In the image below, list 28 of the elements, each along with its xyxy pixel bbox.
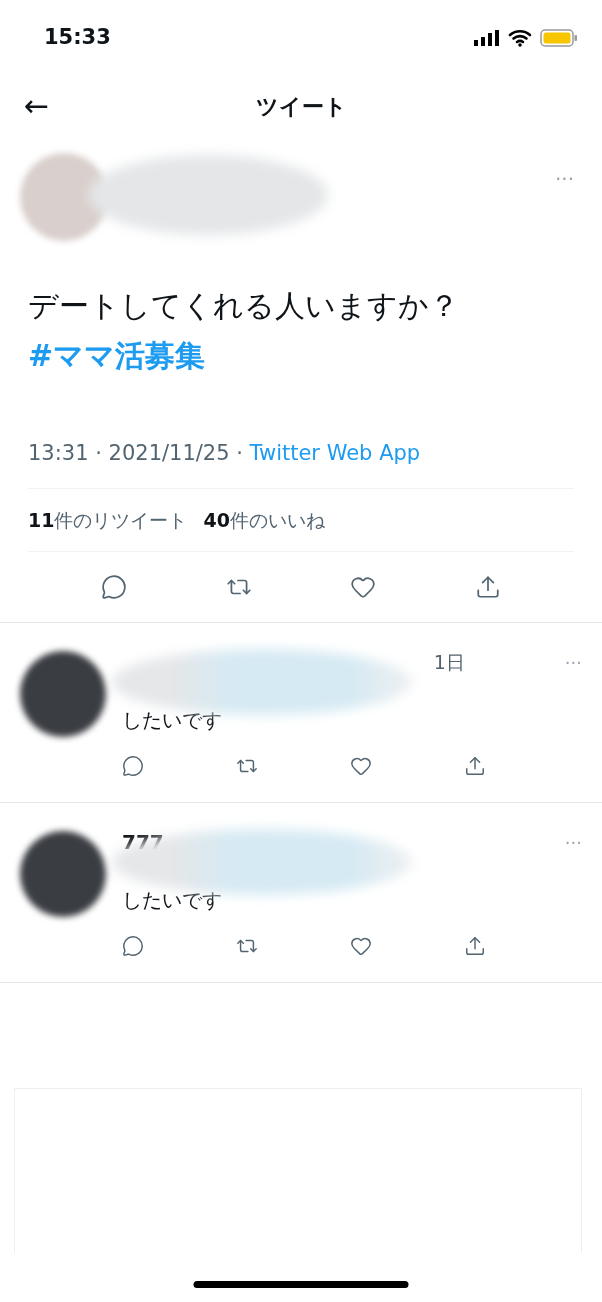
tweet-text: デートしてくれる人いますか？ #ママ活募集 — [28, 287, 460, 375]
like-icon[interactable] — [350, 935, 372, 957]
like-icon[interactable] — [350, 755, 372, 777]
like-icon[interactable] — [350, 574, 377, 600]
stat-count[interactable]: 11件のリツイート — [28, 505, 188, 535]
status-time: 15:33 — [44, 23, 111, 51]
more-menu[interactable]: ··· — [554, 169, 574, 189]
more-menu[interactable]: ··· — [564, 828, 582, 856]
reply-icon[interactable] — [122, 935, 144, 957]
share-icon[interactable] — [464, 935, 486, 957]
stat-count[interactable]: 40件のいいね — [203, 505, 325, 535]
reply-time: 1日 — [433, 649, 465, 675]
share-icon[interactable] — [474, 574, 501, 600]
signal-icon — [474, 29, 500, 46]
source-link[interactable]: Twitter Web App — [249, 437, 421, 470]
more-menu[interactable]: ··· — [564, 648, 582, 676]
reply-icon[interactable] — [122, 755, 144, 777]
page-title: ツイート — [255, 92, 347, 121]
reply-author: 777 — [122, 829, 164, 856]
share-icon[interactable] — [464, 755, 486, 777]
tweet-meta: 13:31 · 2021/11/25 · — [28, 439, 244, 467]
wifi-icon — [508, 28, 532, 47]
hashtag-link[interactable]: #ママ活募集 — [28, 338, 206, 373]
reply-text: したいです — [122, 887, 223, 914]
reply-icon[interactable] — [101, 574, 128, 600]
reply-text: したいです — [122, 707, 223, 734]
back-button[interactable]: ← — [16, 91, 58, 121]
battery-icon — [540, 28, 578, 47]
